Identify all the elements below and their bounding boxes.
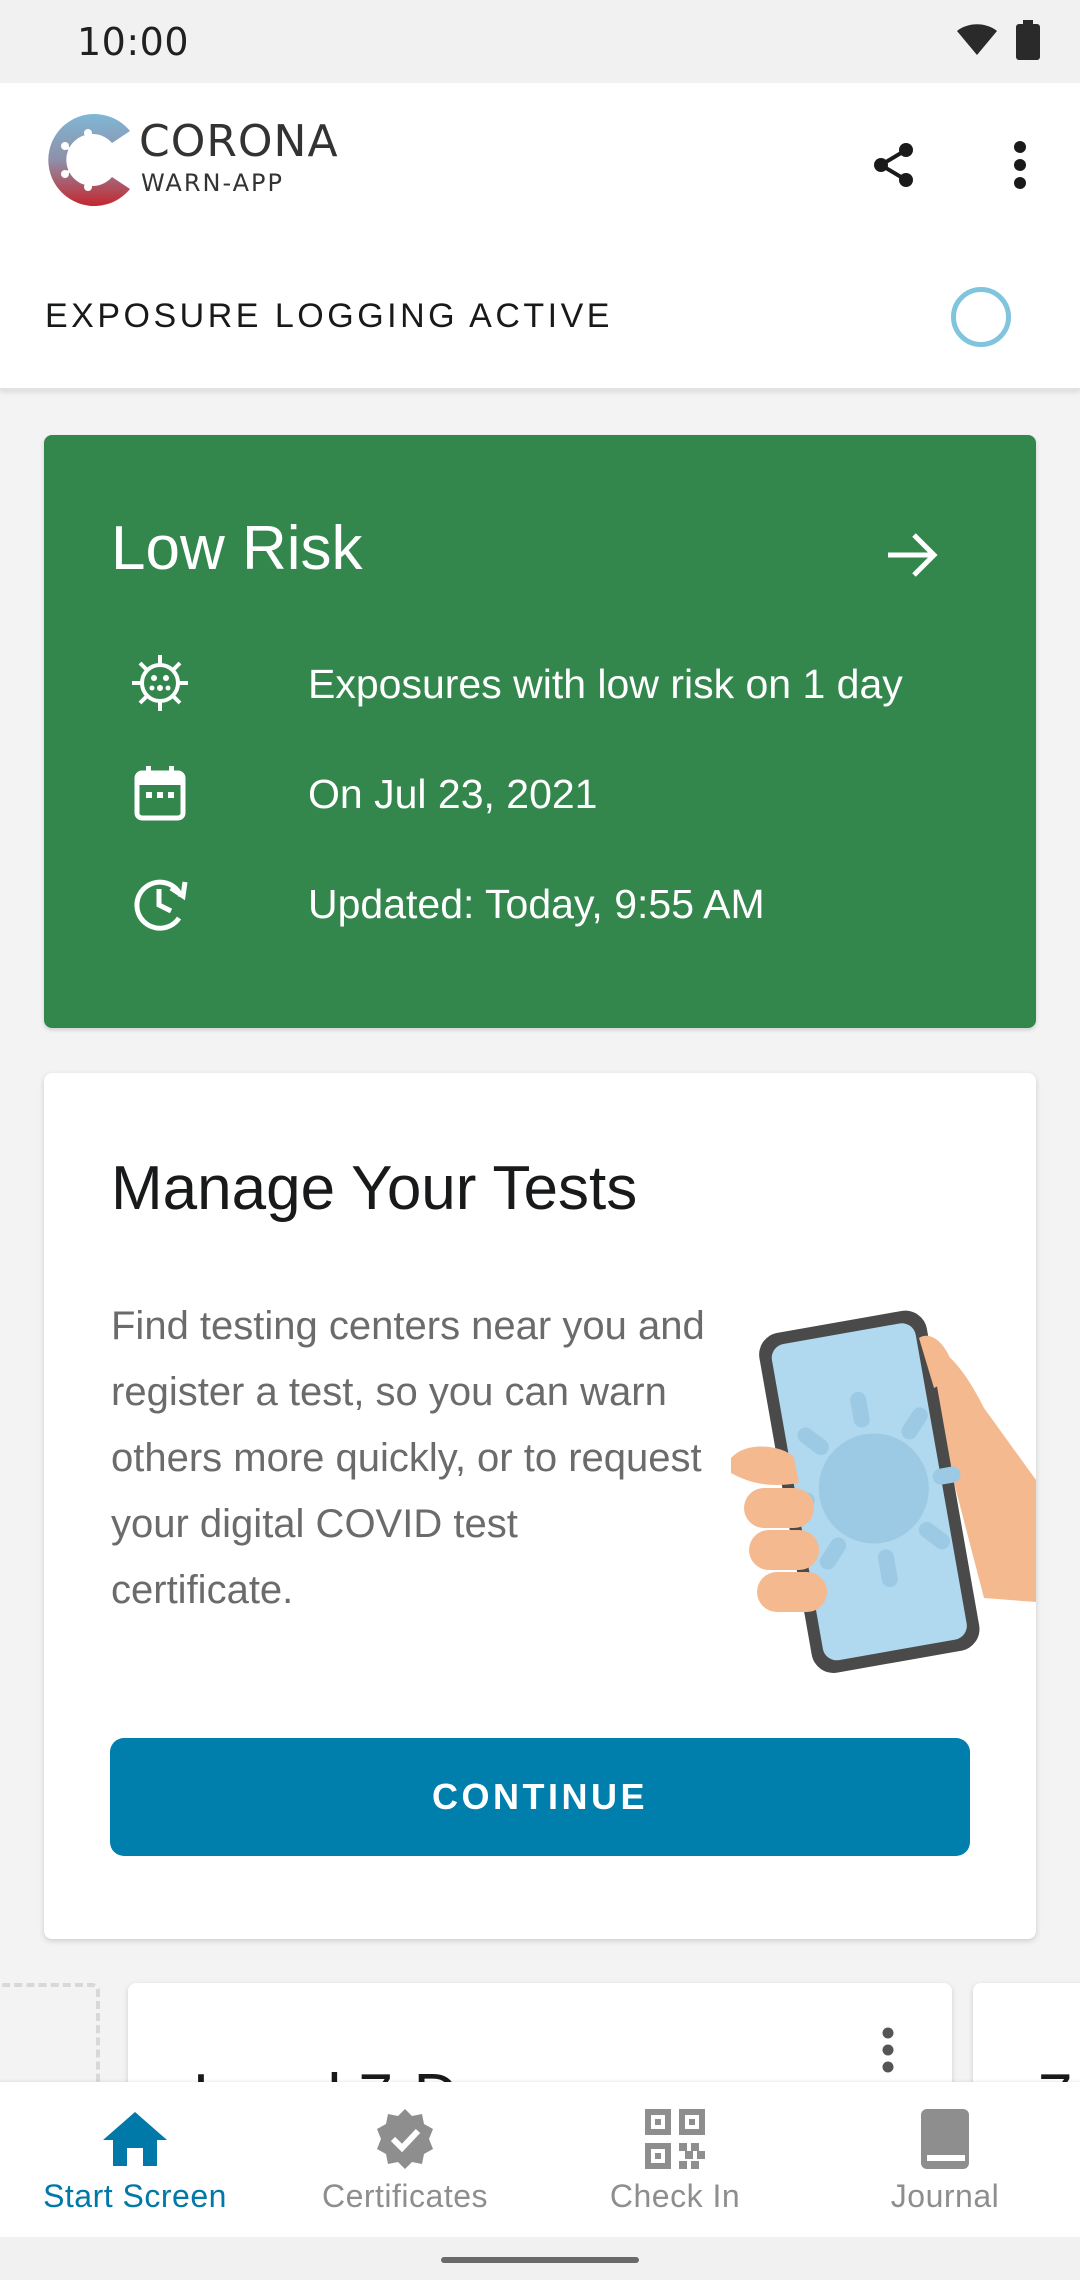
app-bar: CORONA WARN-APP bbox=[0, 83, 1080, 257]
status-time: 10:00 bbox=[77, 20, 190, 64]
nav-label-journal: Journal bbox=[890, 2178, 1000, 2214]
status-bar: 10:00 bbox=[0, 0, 1080, 83]
clock-refresh-icon bbox=[130, 873, 190, 933]
more-vert-icon bbox=[882, 2027, 894, 2073]
home-gesture-handle[interactable] bbox=[441, 2257, 639, 2263]
card-more-button[interactable] bbox=[873, 2023, 903, 2083]
risk-row-date: On Jul 23, 2021 bbox=[130, 763, 597, 823]
logo-title: CORONA bbox=[139, 116, 339, 167]
bottom-navigation: Start Screen Certificates Check In Journ… bbox=[0, 2082, 1080, 2237]
risk-title: Low Risk bbox=[111, 514, 363, 583]
home-icon bbox=[100, 2104, 170, 2174]
nav-label-certificates: Certificates bbox=[321, 2178, 489, 2214]
battery-icon bbox=[1016, 19, 1040, 65]
nav-journal[interactable]: Journal bbox=[810, 2082, 1080, 2237]
nav-check-in[interactable]: Check In bbox=[540, 2082, 810, 2237]
status-icons bbox=[956, 19, 1040, 65]
share-button[interactable] bbox=[862, 133, 926, 197]
exposure-logging-tile[interactable]: EXPOSURE LOGGING ACTIVE bbox=[0, 257, 1080, 390]
virus-icon bbox=[130, 653, 190, 713]
manage-tests-card: Manage Your Tests Find testing centers n… bbox=[44, 1073, 1036, 1939]
wifi-icon bbox=[956, 23, 998, 61]
book-icon bbox=[910, 2104, 980, 2174]
gesture-bar bbox=[0, 2237, 1080, 2280]
corona-logo-icon bbox=[42, 109, 134, 211]
screen: 10:00 CORONA WARN-APP EXPOSURE LOGGING A… bbox=[0, 0, 1080, 2280]
risk-exposure-text: Exposures with low risk on 1 day bbox=[308, 661, 903, 707]
tests-title: Manage Your Tests bbox=[111, 1154, 638, 1223]
share-icon bbox=[874, 143, 913, 187]
risk-card[interactable]: Low Risk Exposures with low risk on 1 da… bbox=[44, 435, 1036, 1028]
tests-description: Find testing centers near you and regist… bbox=[111, 1304, 705, 1612]
nav-start-screen[interactable]: Start Screen bbox=[0, 2082, 270, 2237]
qr-code-icon bbox=[640, 2104, 710, 2174]
continue-button[interactable]: CONTINUE bbox=[110, 1738, 970, 1856]
exposure-logging-label: EXPOSURE LOGGING ACTIVE bbox=[45, 297, 613, 335]
exposure-status-ring-icon bbox=[951, 287, 1011, 347]
nav-label-start-screen: Start Screen bbox=[43, 2178, 227, 2214]
nav-label-check-in: Check In bbox=[609, 2178, 741, 2214]
more-vert-icon bbox=[1014, 141, 1026, 189]
arrow-right-icon bbox=[884, 530, 940, 580]
risk-updated-text: Updated: Today, 9:55 AM bbox=[308, 881, 765, 927]
logo-subtitle: WARN-APP bbox=[141, 169, 284, 197]
risk-row-exposures: Exposures with low risk on 1 day bbox=[130, 653, 903, 713]
certificate-badge-icon bbox=[370, 2104, 440, 2174]
calendar-icon bbox=[130, 763, 190, 823]
nav-certificates[interactable]: Certificates bbox=[270, 2082, 540, 2237]
more-options-button[interactable] bbox=[988, 133, 1052, 197]
risk-date-text: On Jul 23, 2021 bbox=[308, 771, 598, 817]
phone-in-hand-illustration bbox=[729, 1298, 1036, 1743]
risk-row-updated: Updated: Today, 9:55 AM bbox=[130, 873, 765, 933]
